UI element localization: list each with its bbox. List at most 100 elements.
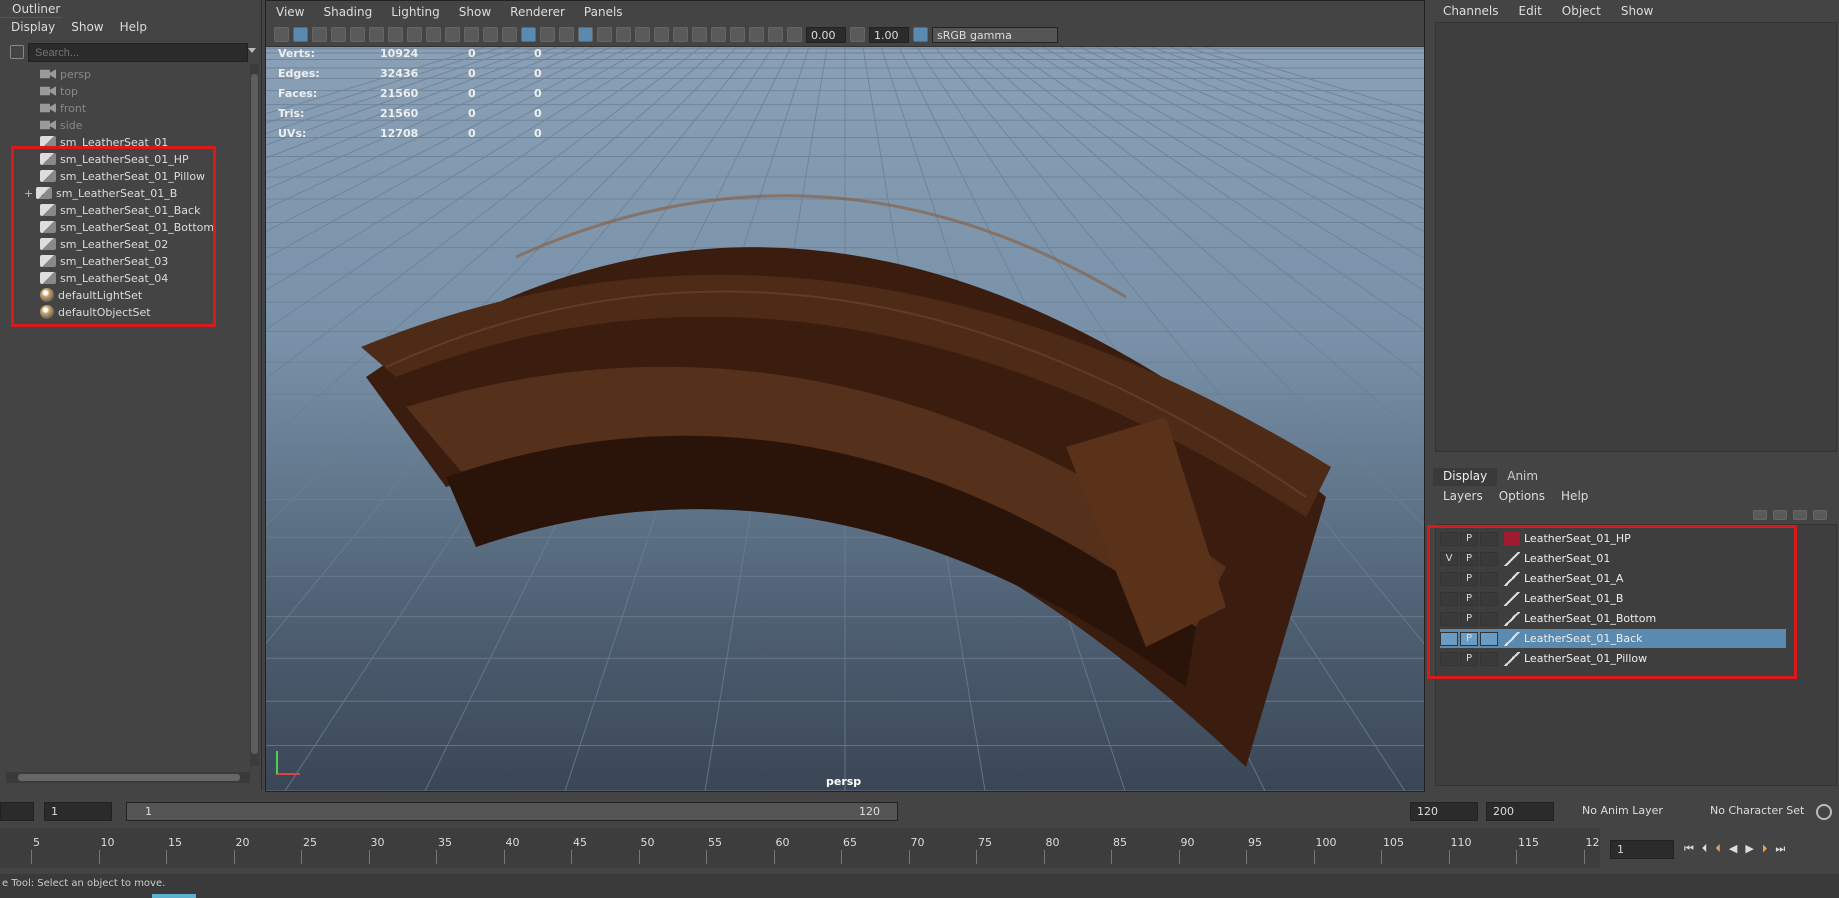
highlight-box <box>11 146 216 327</box>
step-back-key-icon[interactable]: ⏴ <box>1715 842 1721 856</box>
timeline-tick <box>1178 850 1180 864</box>
timeline-tick-label: 85 <box>1113 836 1127 849</box>
field-chart-icon[interactable] <box>445 27 460 42</box>
timeline-tick <box>166 850 167 864</box>
step-forward-key-icon[interactable]: ⏵ <box>1762 842 1768 856</box>
anim-end-field[interactable]: 200 <box>1486 802 1554 821</box>
timeline-tick-label: 115 <box>1518 836 1539 849</box>
go-to-end-icon[interactable]: ⏭ <box>1775 842 1785 856</box>
filter-icon[interactable] <box>10 45 24 59</box>
exposure-field[interactable]: 0.00 <box>806 26 846 43</box>
film-gate-icon[interactable] <box>388 27 403 42</box>
grid-icon[interactable] <box>369 27 384 42</box>
smooth-shade-icon[interactable] <box>521 27 536 42</box>
anti-aliasing-icon[interactable] <box>673 27 688 42</box>
character-set-dropdown[interactable]: No Character Set <box>1704 802 1816 821</box>
safe-action-icon[interactable] <box>464 27 479 42</box>
outliner-menu-item[interactable]: Show <box>71 20 103 36</box>
bookmark-icon[interactable] <box>312 27 327 42</box>
outliner-tab[interactable]: Outliner <box>0 0 62 18</box>
play-forward-icon[interactable]: ▶ <box>1745 842 1753 856</box>
go-to-start-icon[interactable]: ⏮ <box>1684 842 1694 856</box>
layer-menu-item[interactable]: Options <box>1499 489 1545 503</box>
timeline-tick <box>1516 850 1517 864</box>
viewport-menu-item[interactable]: Renderer <box>510 5 565 19</box>
anim-start-field[interactable] <box>0 802 34 821</box>
hud-value: 0 <box>468 127 476 140</box>
timeline-tick-label: 80 <box>1045 836 1060 849</box>
move-layer-up-icon[interactable] <box>1753 510 1767 520</box>
layer-menu-item[interactable]: Help <box>1561 489 1588 503</box>
hud-value: 0 <box>534 107 542 120</box>
viewport-menu-item[interactable]: View <box>276 5 304 19</box>
step-back-icon[interactable]: ⏴ <box>1702 842 1708 856</box>
isolate-select-icon[interactable] <box>711 27 726 42</box>
range-slider[interactable]: 1 120 <box>126 802 898 821</box>
resolution-gate-icon[interactable] <box>407 27 422 42</box>
outliner-menu-item[interactable]: Display <box>11 20 55 36</box>
timeline-tick <box>976 850 977 864</box>
channel-menu-item[interactable]: Edit <box>1519 4 1542 18</box>
grease-pencil-icon[interactable] <box>350 27 365 42</box>
hud-label: UVs: <box>278 127 307 140</box>
viewport-menu-item[interactable]: Panels <box>584 5 623 19</box>
textured-icon[interactable] <box>578 27 593 42</box>
wireframe-icon[interactable] <box>502 27 517 42</box>
layer-tab[interactable]: Anim <box>1497 468 1548 486</box>
layer-tab[interactable]: Display <box>1433 468 1498 486</box>
viewport-menu-item[interactable]: Shading <box>323 5 372 19</box>
timeline-tick <box>908 850 910 864</box>
search-input[interactable] <box>28 43 248 62</box>
gamma-icon[interactable] <box>850 27 865 42</box>
xray-components-icon[interactable] <box>768 27 783 42</box>
safe-title-icon[interactable] <box>483 27 498 42</box>
status-text: e Tool: Select an object to move. <box>2 878 166 889</box>
xray-icon[interactable] <box>730 27 745 42</box>
camera-attributes-icon[interactable] <box>293 27 308 42</box>
camera-icon[interactable] <box>274 27 289 42</box>
channel-menu-item[interactable]: Show <box>1621 4 1653 18</box>
outliner-menu-item[interactable]: Help <box>120 20 147 36</box>
viewport-menu-item[interactable]: Lighting <box>391 5 440 19</box>
timeline-tick-label: 90 <box>1180 836 1195 849</box>
hud-label: Edges: <box>278 67 320 80</box>
3d-viewport[interactable]: Verts: 10924 0 0 Edges: 32436 0 0 Faces: 21560 0 0 T… <box>266 47 1424 791</box>
playback-start-field[interactable]: 1 <box>44 802 112 821</box>
hud-value: 0 <box>534 47 542 60</box>
lighting-icon[interactable] <box>540 27 555 42</box>
gamma-field[interactable]: 1.00 <box>869 26 909 43</box>
timeline-ticks: 5 10 15 20 25 30 35 40 45 50 55 60 65 70 75 80 85 90 95 100… <box>0 836 1607 866</box>
layer-menu-item[interactable]: Layers <box>1443 489 1483 503</box>
exposure-icon[interactable] <box>787 27 802 42</box>
playback-end-field[interactable]: 120 <box>1410 802 1478 821</box>
color-space-dropdown[interactable]: sRGB gamma <box>932 26 1058 43</box>
preferences-icon[interactable] <box>1816 804 1832 820</box>
new-layer-selected-icon[interactable] <box>1813 510 1827 520</box>
hud-value: 10924 <box>380 47 419 60</box>
ambient-occlusion-icon[interactable] <box>635 27 650 42</box>
wireframe-on-shaded-icon[interactable] <box>559 27 574 42</box>
outliner-horizontal-scrollbar[interactable] <box>6 772 250 783</box>
range-slider-start: 1 <box>145 805 152 818</box>
current-frame-field[interactable]: 1 <box>1610 840 1674 859</box>
outliner-vertical-scrollbar[interactable] <box>250 64 259 766</box>
viewport-menu-item[interactable]: Show <box>459 5 491 19</box>
timeline-tick <box>638 850 640 864</box>
image-plane-icon[interactable] <box>331 27 346 42</box>
chevron-down-icon[interactable] <box>248 48 256 53</box>
timeline-tick <box>301 850 302 864</box>
anim-layer-dropdown[interactable]: No Anim Layer <box>1576 802 1686 821</box>
shadows-icon[interactable] <box>616 27 631 42</box>
timeline-tick-label: 35 <box>438 836 452 849</box>
use-lights-icon[interactable] <box>597 27 612 42</box>
depth-of-field-icon[interactable] <box>692 27 707 42</box>
motion-blur-icon[interactable] <box>654 27 669 42</box>
new-layer-icon[interactable] <box>1793 510 1807 520</box>
channel-menu-item[interactable]: Channels <box>1443 4 1499 18</box>
move-layer-down-icon[interactable] <box>1773 510 1787 520</box>
xray-joints-icon[interactable] <box>749 27 764 42</box>
gate-mask-icon[interactable] <box>426 27 441 42</box>
color-management-icon[interactable] <box>913 27 928 42</box>
play-backward-icon[interactable]: ◀ <box>1729 842 1737 856</box>
channel-menu-item[interactable]: Object <box>1562 4 1601 18</box>
